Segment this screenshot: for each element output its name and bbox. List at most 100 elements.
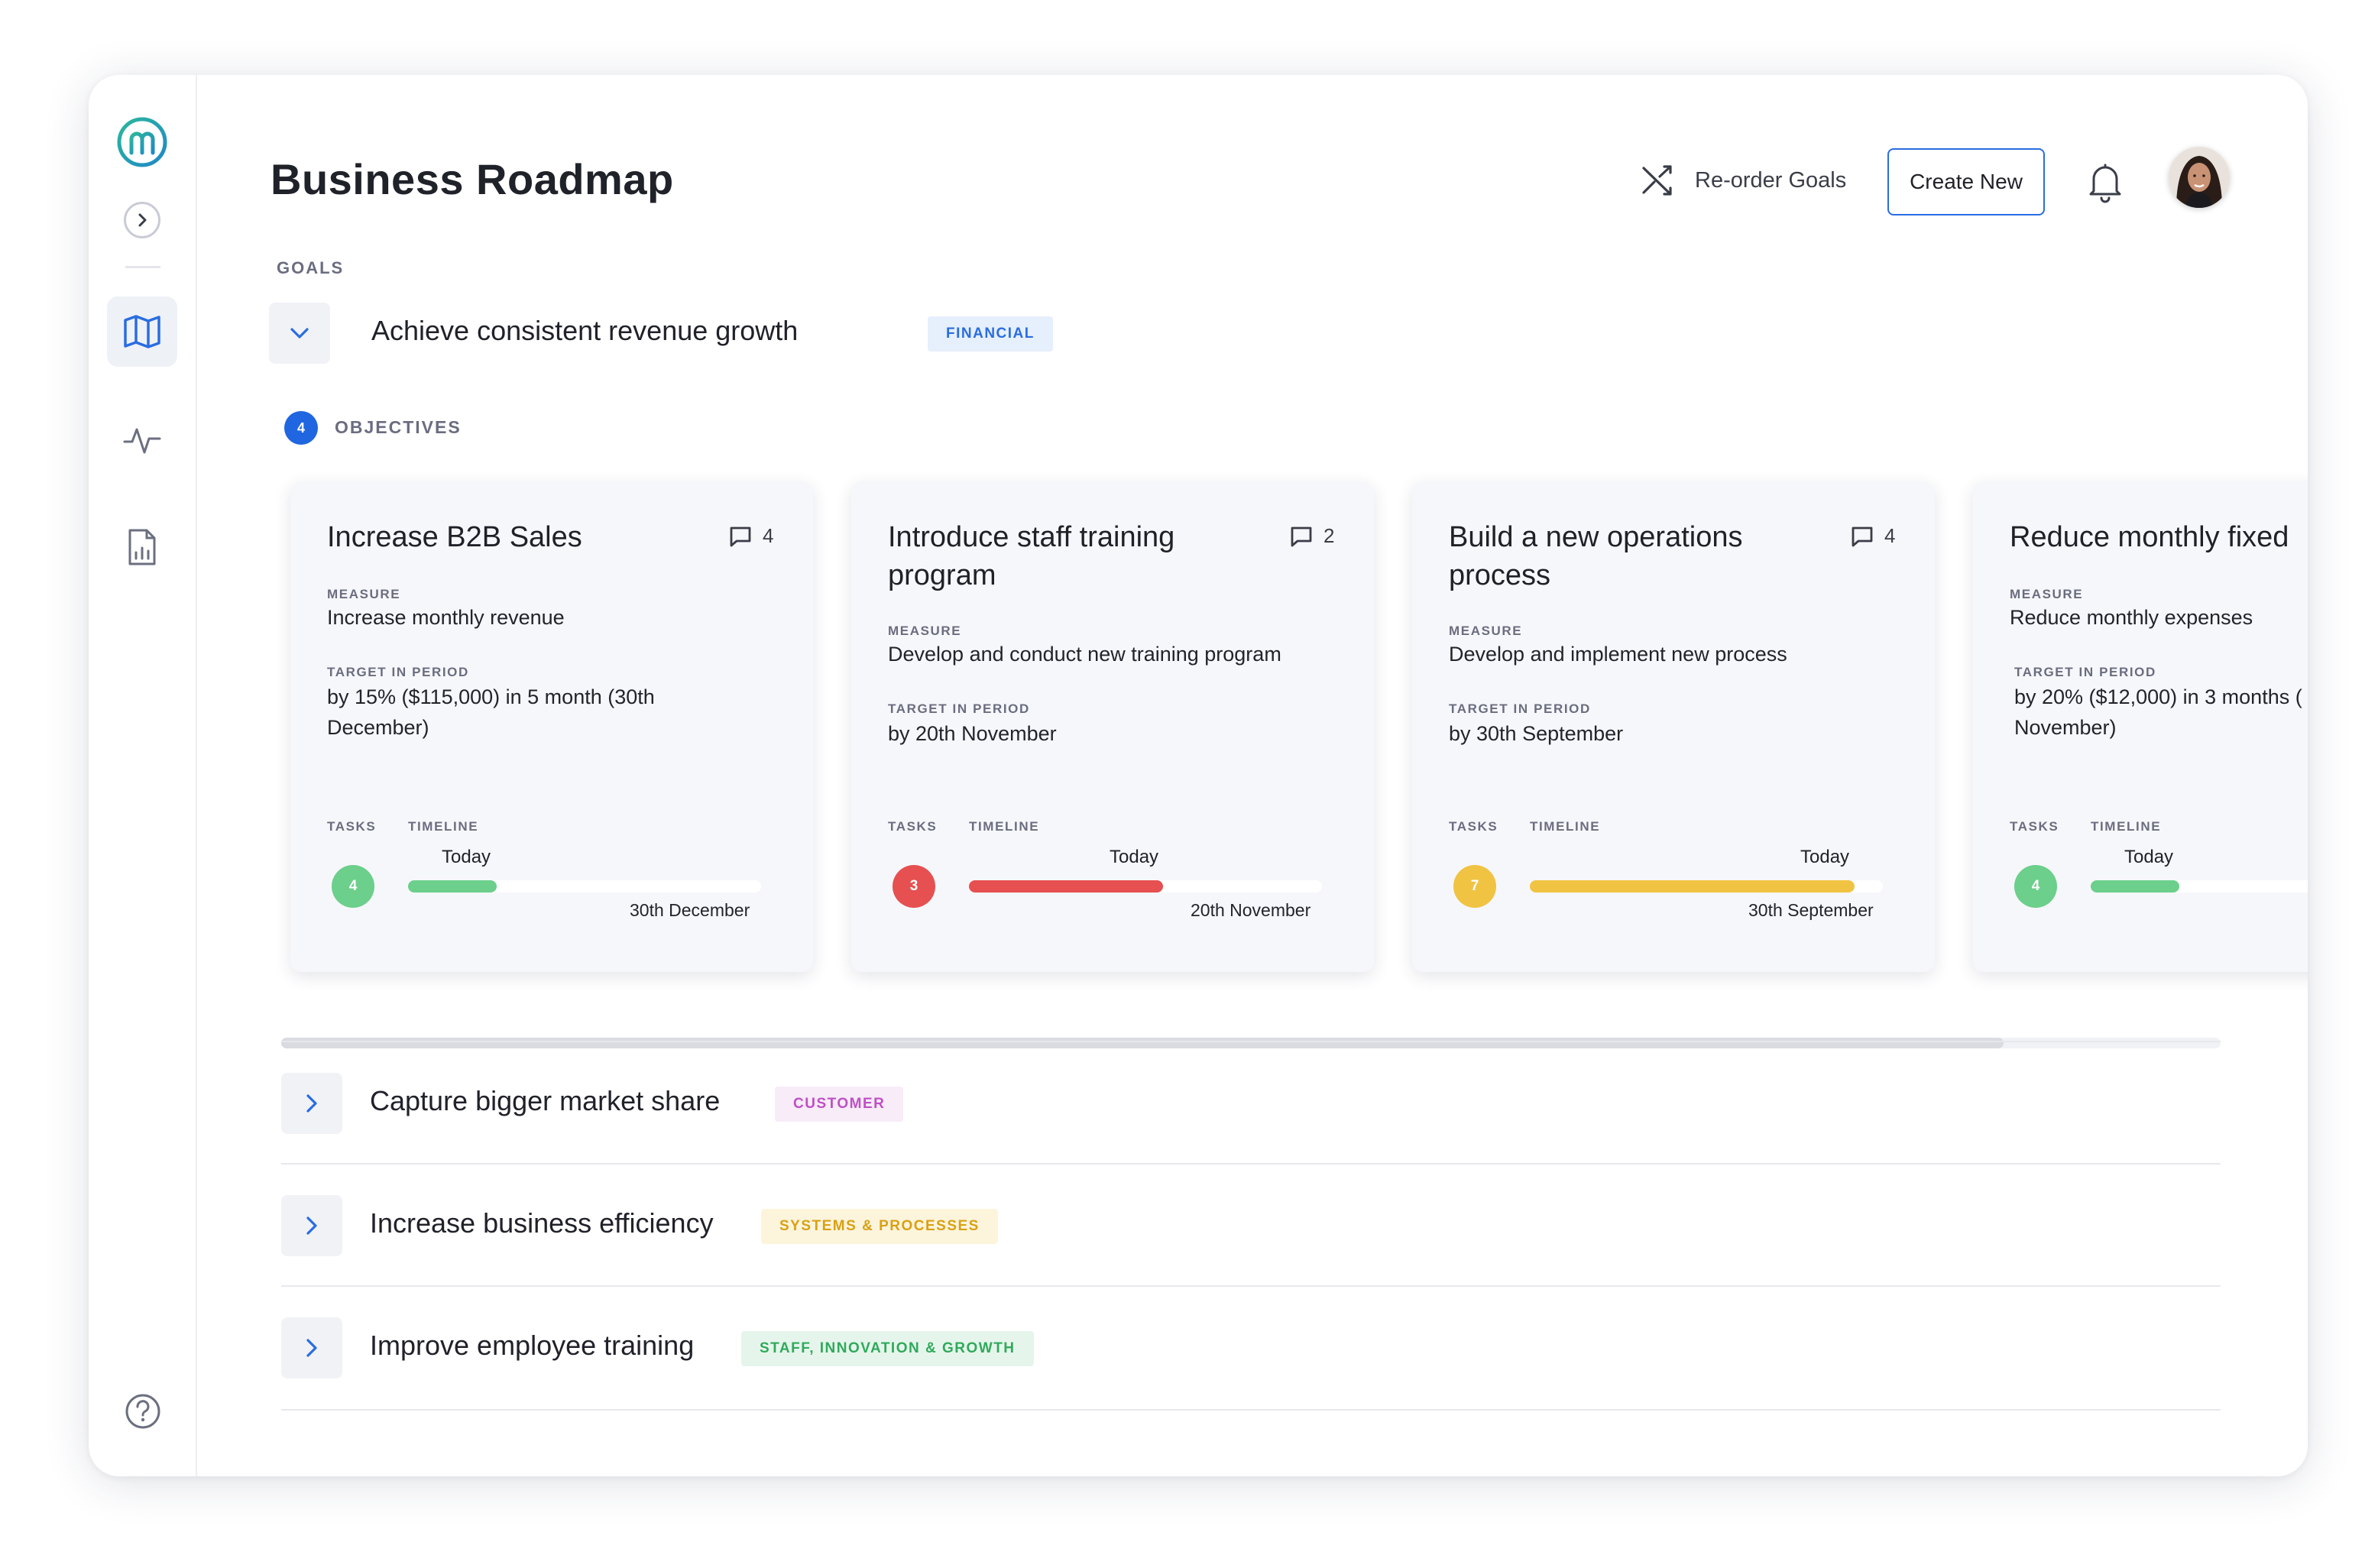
timeline-end-date: 30th September [1748,900,1874,920]
timeline-label: TIMELINE [969,819,1040,834]
objectives-label: OBJECTIVES [335,417,462,437]
card-title: Reduce monthly fixed [2010,521,2289,553]
timeline-end-date: 20th November [1191,900,1311,920]
comment-icon [1291,526,1312,546]
target-value-continued: November) [2014,716,2117,739]
timeline-label: TIMELINE [1530,819,1601,834]
page-title: Business Roadmap [271,155,674,203]
goal-tag: STAFF, INNOVATION & GROWTH [741,1331,1034,1366]
goal-title[interactable]: Improve employee training [370,1330,694,1362]
comments-count-value: 2 [1323,524,1335,547]
bell-icon [2089,164,2121,203]
tasks-label: TASKS [2010,819,2059,834]
measure-label: MEASURE [888,624,962,638]
target-label: TARGET IN PERIOD [327,665,469,679]
timeline-track [969,880,1322,893]
tasks-count-badge: 7 [1453,865,1496,908]
comments-count[interactable]: 4 [1851,524,1895,548]
chevron-right-icon [306,1094,317,1113]
chevron-right-icon [306,1216,317,1235]
measure-value: Increase monthly revenue [327,606,565,629]
objectives-count-badge: 4 [284,411,318,445]
timeline-track [408,880,761,893]
chevron-right-icon [306,1339,317,1357]
card-title: Increase B2B Sales [327,521,582,553]
nav-roadmap[interactable] [107,296,177,367]
objective-card[interactable]: Introduce staff training program 2 MEASU… [851,481,1374,972]
create-new-button[interactable]: Create New [1887,148,2045,215]
expand-goal-button[interactable] [281,1317,342,1378]
target-value: by 20% ($12,000) in 3 months ( [2014,685,2302,708]
measure-label: MEASURE [327,587,401,601]
sidebar [89,75,197,1476]
app-logo[interactable] [116,116,168,168]
comment-icon [730,526,751,546]
comments-count[interactable]: 4 [729,524,773,548]
notifications-button[interactable] [2086,162,2124,203]
timeline-label: TIMELINE [2091,819,2162,834]
today-marker: Today [1110,847,1159,867]
map-icon [124,315,160,348]
goal-divider [281,1163,2221,1165]
target-value: by 20th November [888,722,1057,745]
cards-scrollbar[interactable] [281,1038,2221,1048]
target-label: TARGET IN PERIOD [2014,665,2156,679]
tasks-count-badge: 4 [332,865,374,908]
goals-section-label: GOALS [277,258,345,277]
timeline-label: TIMELINE [408,819,479,834]
measure-label: MEASURE [1449,624,1523,638]
reorder-goals-label: Re-order Goals [1695,167,1847,193]
measure-value: Develop and conduct new training program [888,643,1281,666]
timeline-progress [2091,880,2179,893]
today-marker: Today [1800,847,1850,867]
expand-goal-button[interactable] [281,1195,342,1256]
goal-title[interactable]: Capture bigger market share [370,1085,720,1117]
shuffle-icon [1642,165,1672,196]
chevron-right-icon [138,213,147,227]
app-window: Business Roadmap Re-order Goals Create N… [89,75,2308,1476]
nav-activity[interactable] [107,405,177,475]
target-label: TARGET IN PERIOD [888,701,1030,716]
tasks-label: TASKS [327,819,377,834]
sidebar-divider [125,266,160,268]
tasks-label: TASKS [888,819,938,834]
goal-divider [281,1285,2221,1287]
timeline-track [1530,880,1883,893]
scrollbar-thumb[interactable] [281,1038,2004,1048]
objective-card[interactable]: Build a new operations process 4 MEASURE… [1412,481,1935,972]
goal-divider [281,1041,2221,1042]
comments-count[interactable]: 2 [1290,524,1334,548]
tasks-count-badge: 4 [2014,865,2057,908]
target-value: by 15% ($115,000) in 5 month (30th Decem… [327,685,655,739]
help-button[interactable] [124,1392,162,1430]
tasks-count-badge: 3 [893,865,935,908]
collapse-goal-button[interactable] [269,303,330,364]
objective-card[interactable]: Reduce monthly fixed MEASURE Reduce mont… [1973,481,2308,972]
goal-divider [281,1409,2221,1411]
chevron-down-icon [290,328,309,339]
avatar-image [2169,147,2230,208]
today-marker: Today [2124,847,2174,867]
comment-icon [1852,526,1873,546]
expand-goal-button[interactable] [281,1073,342,1134]
expand-sidebar-button[interactable] [124,202,160,238]
goal-title[interactable]: Achieve consistent revenue growth [371,315,798,347]
report-icon [128,529,156,565]
objective-card[interactable]: Increase B2B Sales 4 MEASURE Increase mo… [290,481,813,972]
goal-tag: FINANCIAL [928,316,1053,352]
timeline-progress [969,880,1164,893]
timeline-end-date: 30th December [630,900,750,920]
goal-title[interactable]: Increase business efficiency [370,1207,714,1239]
nav-reports[interactable] [107,512,177,582]
goal-tag: SYSTEMS & PROCESSES [761,1209,998,1244]
comments-count-value: 4 [763,524,774,547]
timeline-track [2091,880,2308,893]
today-marker: Today [442,847,491,867]
target-value: by 30th September [1449,722,1624,745]
timeline-progress [408,880,497,893]
reorder-goals-button[interactable]: Re-order Goals [1641,164,1846,197]
user-avatar[interactable] [2169,147,2230,208]
measure-value: Develop and implement new process [1449,643,1787,666]
help-icon [125,1394,160,1429]
card-title: Introduce staff training program [888,521,1175,591]
